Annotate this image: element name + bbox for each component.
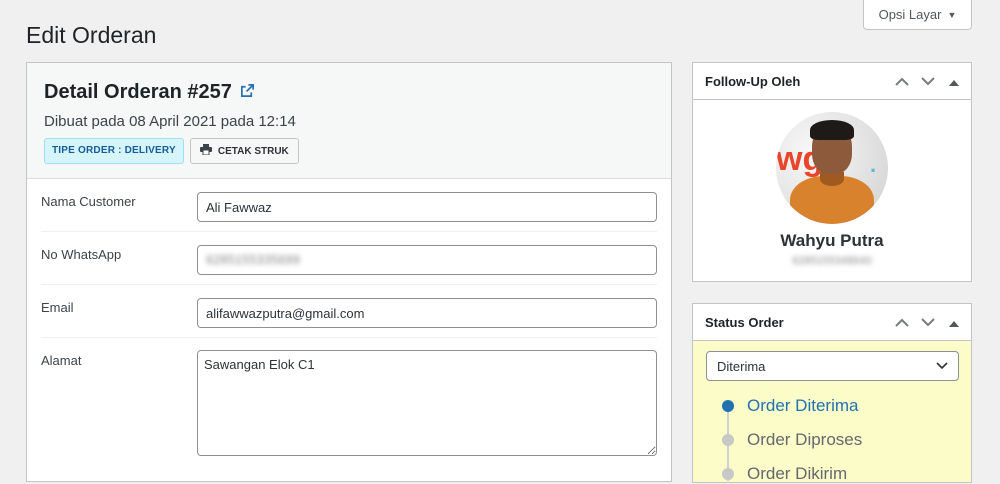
status-body: Diterima Order Diterima Order Diproses O… [693,341,971,484]
followup-phone: 6285155348640 [792,255,872,267]
print-receipt-label: CETAK STRUK [217,145,289,157]
timeline-step: Order Dikirim [722,464,847,484]
address-textarea[interactable]: Sawangan Elok C1 [197,350,657,456]
status-select[interactable]: Diterima [706,351,959,381]
move-down-icon[interactable] [921,74,935,89]
timeline-step: Order Diproses [722,430,862,450]
followup-box: Follow-Up Oleh wg. Wahyu Putra 628515534… [692,62,972,282]
email-label: Email [41,300,74,315]
email-input[interactable] [197,298,657,328]
screen-options-label: Opsi Layar [878,7,942,22]
whatsapp-value: 6285155335699 [206,252,300,267]
chevron-down-icon [936,359,948,373]
status-title: Status Order [705,314,784,330]
status-order-box: Status Order Diterima Order Diterima Ord… [692,303,972,483]
timeline-step-label: Order Dikirim [747,464,848,483]
timeline-step-label: Order Diterima [747,396,859,415]
external-link-icon[interactable] [240,83,255,103]
whatsapp-label: No WhatsApp [41,247,122,262]
move-up-icon[interactable] [895,74,909,89]
collapse-toggle-icon[interactable] [947,74,961,89]
customer-name-label: Nama Customer [41,194,136,209]
move-up-icon[interactable] [895,315,909,330]
timeline-step: Order Diterima [722,396,858,416]
caret-down-icon: ▼ [947,9,957,20]
whatsapp-input[interactable]: 6285155335699 [197,245,657,275]
screen-options-button[interactable]: Opsi Layar ▼ [863,0,972,30]
order-detail-panel: Detail Orderan #257 Dibuat pada 08 April… [26,62,672,482]
order-created-date: Dibuat pada 08 April 2021 pada 12:14 [44,113,296,130]
followup-title: Follow-Up Oleh [705,73,801,89]
address-label: Alamat [41,353,82,368]
timeline-dot-active [722,400,734,412]
customer-name-input[interactable] [197,192,657,222]
status-selected-value: Diterima [717,358,766,374]
order-type-badge: TIPE ORDER : DELIVERY [44,138,184,164]
field-row-address: Alamat Sawangan Elok C1 [41,338,657,478]
timeline-dot [722,434,734,446]
timeline-step-label: Order Diproses [747,430,863,449]
order-title: Detail Orderan #257 [44,81,671,104]
order-header: Detail Orderan #257 Dibuat pada 08 April… [27,63,671,179]
printer-icon [199,144,212,158]
field-row-email: Email [41,285,657,338]
field-row-whatsapp: No WhatsApp 6285155335699 [41,232,657,285]
field-row-customer: Nama Customer [41,179,657,232]
followup-name: Wahyu Putra [780,231,884,250]
avatar: wg. [776,112,888,224]
print-receipt-button[interactable]: CETAK STRUK [189,138,299,164]
order-title-text: Detail Orderan #257 [44,81,232,103]
collapse-toggle-icon[interactable] [947,315,961,330]
move-down-icon[interactable] [921,315,935,330]
page-title: Edit Orderan [26,22,157,48]
